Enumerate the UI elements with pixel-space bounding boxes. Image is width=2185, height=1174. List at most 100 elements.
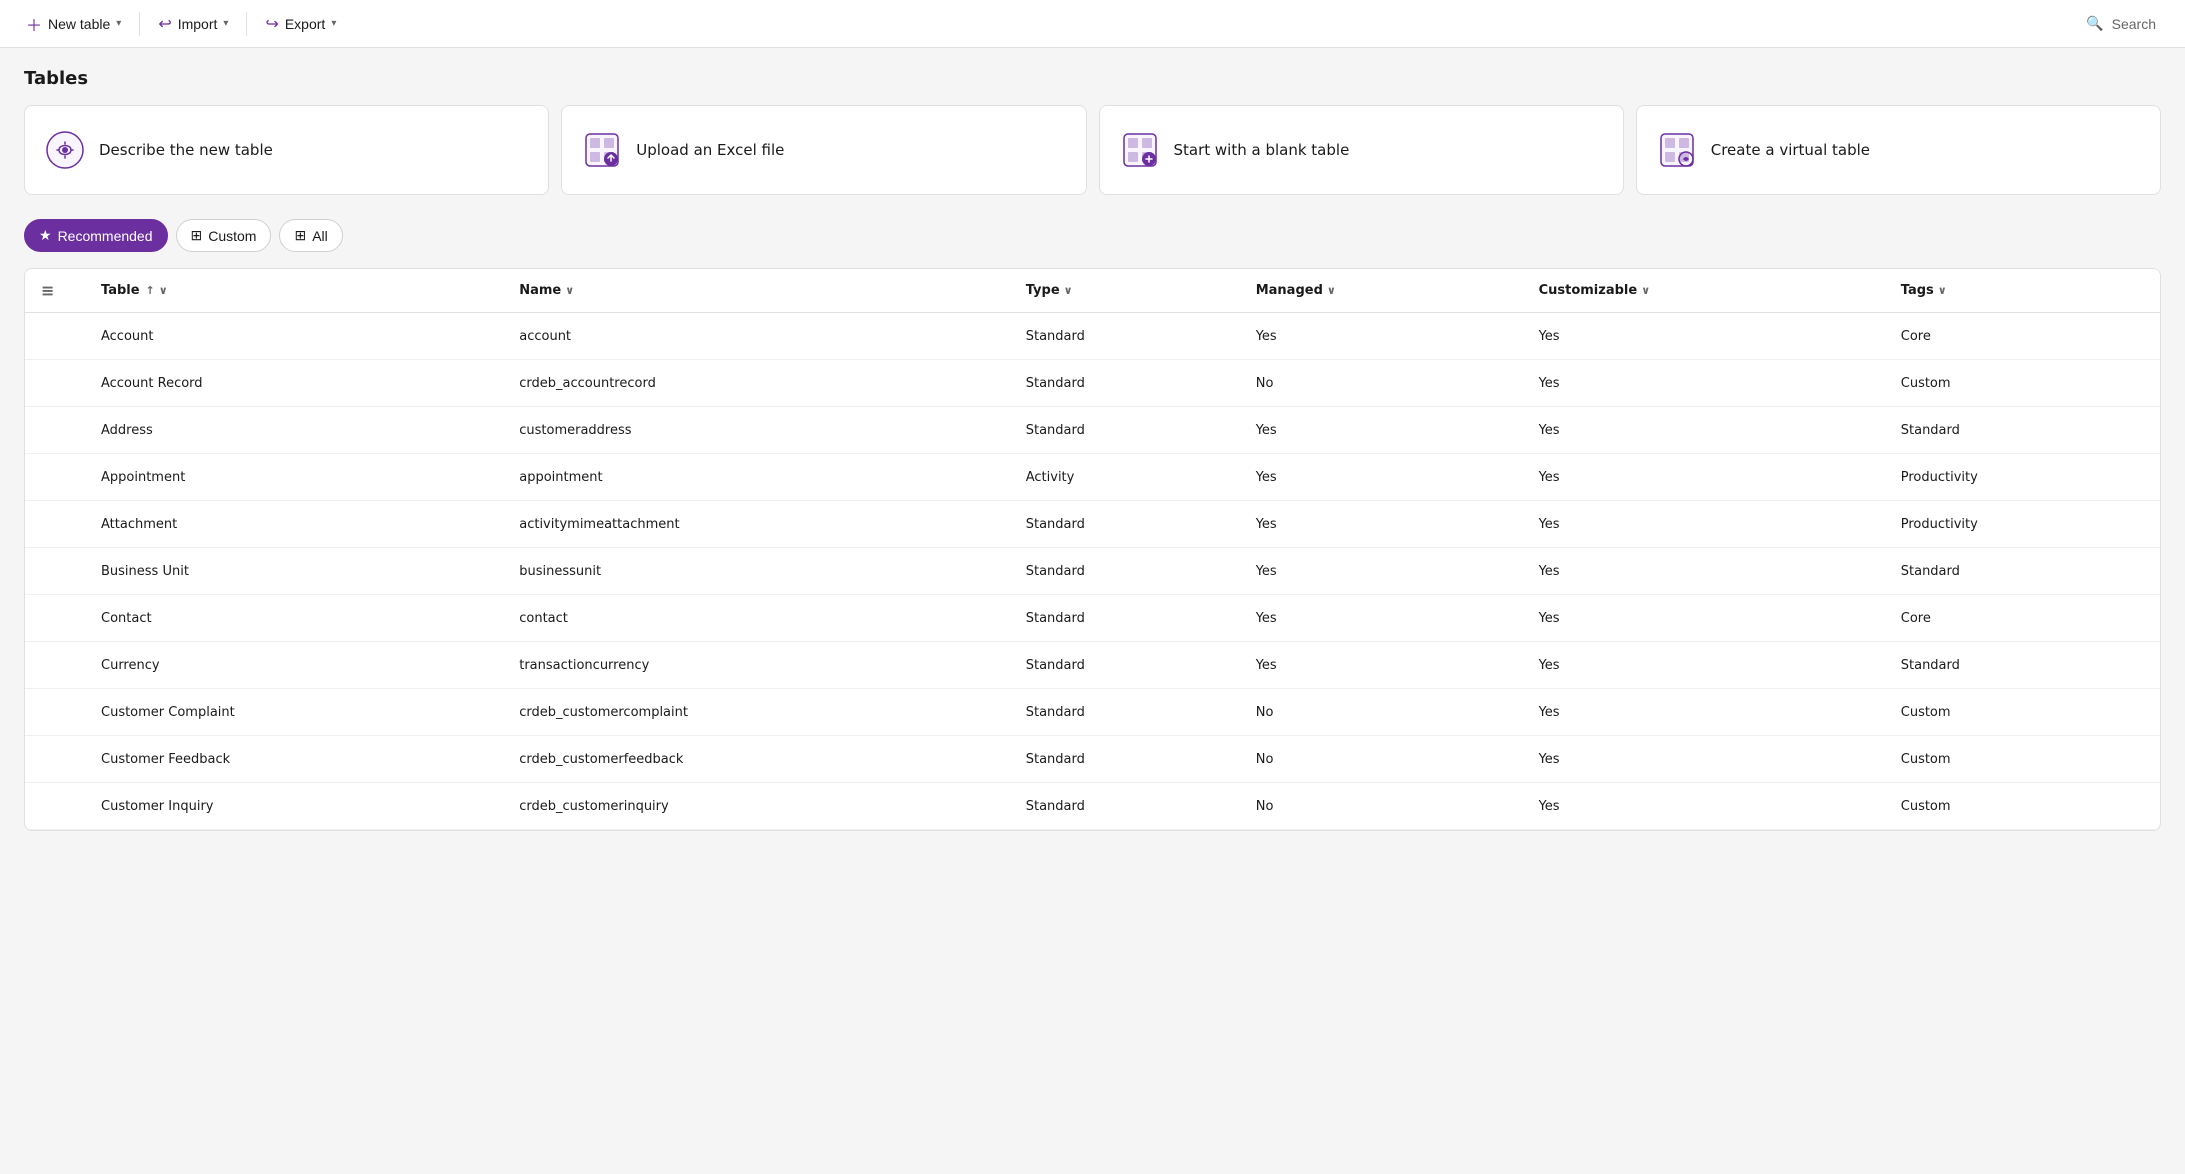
row-menu-cell-2: ⋮ (25, 407, 85, 454)
action-cards-container: Describe the new table Upload an Excel f… (24, 105, 2161, 195)
data-table: ≡ Table ↑ ∨ Name ∨ (25, 269, 2160, 830)
table-row: ⋮ Customer Complaint crdeb_customercompl… (25, 689, 2160, 736)
cell-managed-5: Yes (1240, 548, 1523, 595)
cell-type-5: Standard (1010, 548, 1240, 595)
th-name-label: Name (519, 283, 561, 298)
table-row: ⋮ Contact contact Standard Yes Yes Core (25, 595, 2160, 642)
cell-table-8: Customer Complaint (85, 689, 503, 736)
export-button[interactable]: ↪ Export ▾ (255, 8, 346, 40)
cell-tags-8: Custom (1885, 689, 2160, 736)
cell-tags-0: Core (1885, 313, 2160, 360)
virtual-table-label: Create a virtual table (1711, 141, 1870, 159)
cell-customizable-5: Yes (1523, 548, 1885, 595)
cell-table-3: Appointment (85, 454, 503, 501)
cell-tags-6: Core (1885, 595, 2160, 642)
cell-tags-5: Standard (1885, 548, 2160, 595)
th-customizable[interactable]: Customizable ∨ (1523, 269, 1885, 313)
blank-table-card[interactable]: Start with a blank table (1099, 105, 1624, 195)
table-row: ⋮ Account Record crdeb_accountrecord Sta… (25, 360, 2160, 407)
th-name[interactable]: Name ∨ (503, 269, 1010, 313)
th-tags[interactable]: Tags ∨ (1885, 269, 2160, 313)
page-title: Tables (24, 68, 2161, 89)
filter-recommended-button[interactable]: ★ Recommended (24, 219, 168, 252)
cell-managed-2: Yes (1240, 407, 1523, 454)
cell-name-5: businessunit (503, 548, 1010, 595)
filter-all-button[interactable]: ⊞ All (279, 219, 342, 252)
export-chevron-icon: ▾ (331, 18, 336, 29)
cell-type-8: Standard (1010, 689, 1240, 736)
row-menu-cell-0: ⋮ (25, 313, 85, 360)
cell-customizable-9: Yes (1523, 736, 1885, 783)
search-button[interactable]: 🔍 Search (2073, 8, 2169, 39)
cell-type-9: Standard (1010, 736, 1240, 783)
th-table-label: Table (101, 283, 140, 298)
cell-managed-10: No (1240, 783, 1523, 830)
search-label: Search (2112, 16, 2156, 32)
th-managed[interactable]: Managed ∨ (1240, 269, 1523, 313)
new-table-button[interactable]: ＋ New table ▾ (16, 6, 131, 42)
table-row: ⋮ Address customeraddress Standard Yes Y… (25, 407, 2160, 454)
cell-managed-9: No (1240, 736, 1523, 783)
cell-customizable-1: Yes (1523, 360, 1885, 407)
th-type[interactable]: Type ∨ (1010, 269, 1240, 313)
th-customizable-label: Customizable (1539, 283, 1638, 298)
cell-table-9: Customer Feedback (85, 736, 503, 783)
th-tags-label: Tags (1901, 283, 1934, 298)
row-menu-cell-6: ⋮ (25, 595, 85, 642)
th-table[interactable]: Table ↑ ∨ (85, 269, 503, 313)
import-button[interactable]: ↩ Import ▾ (148, 8, 238, 40)
export-label: Export (285, 16, 325, 32)
star-icon: ★ (39, 227, 52, 244)
upload-excel-card[interactable]: Upload an Excel file (561, 105, 1086, 195)
main-content: Tables Describe the new table (0, 48, 2185, 851)
cell-tags-1: Custom (1885, 360, 2160, 407)
import-icon: ↩ (158, 14, 171, 34)
managed-filter-icon: ∨ (1327, 284, 1336, 297)
virtual-table-card[interactable]: Create a virtual table (1636, 105, 2161, 195)
cell-tags-4: Productivity (1885, 501, 2160, 548)
search-icon: 🔍 (2086, 15, 2103, 32)
cell-table-10: Customer Inquiry (85, 783, 503, 830)
cell-managed-8: No (1240, 689, 1523, 736)
table-filter-icon: ∨ (159, 284, 168, 297)
cell-managed-4: Yes (1240, 501, 1523, 548)
table-row: ⋮ Customer Feedback crdeb_customerfeedba… (25, 736, 2160, 783)
cell-customizable-2: Yes (1523, 407, 1885, 454)
row-menu-cell-7: ⋮ (25, 642, 85, 689)
cell-customizable-7: Yes (1523, 642, 1885, 689)
describe-table-icon (45, 130, 85, 170)
cell-customizable-8: Yes (1523, 689, 1885, 736)
cell-name-6: contact (503, 595, 1010, 642)
blank-table-label: Start with a blank table (1174, 141, 1350, 159)
cell-type-6: Standard (1010, 595, 1240, 642)
describe-table-card[interactable]: Describe the new table (24, 105, 549, 195)
upload-excel-icon (582, 130, 622, 170)
tags-filter-icon: ∨ (1938, 284, 1947, 297)
cell-managed-7: Yes (1240, 642, 1523, 689)
cell-type-2: Standard (1010, 407, 1240, 454)
row-menu-cell-1: ⋮ (25, 360, 85, 407)
cell-managed-1: No (1240, 360, 1523, 407)
column-lines-icon[interactable]: ≡ (41, 281, 54, 300)
describe-table-label: Describe the new table (99, 141, 273, 159)
cell-name-0: account (503, 313, 1010, 360)
cell-type-4: Standard (1010, 501, 1240, 548)
separator-2 (246, 12, 247, 36)
cell-tags-10: Custom (1885, 783, 2160, 830)
import-label: Import (178, 16, 218, 32)
type-filter-icon: ∨ (1064, 284, 1073, 297)
filter-custom-button[interactable]: ⊞ Custom (176, 219, 272, 252)
row-menu-cell-9: ⋮ (25, 736, 85, 783)
cell-table-1: Account Record (85, 360, 503, 407)
blank-table-icon (1120, 130, 1160, 170)
upload-excel-label: Upload an Excel file (636, 141, 784, 159)
filter-recommended-label: Recommended (58, 228, 153, 244)
th-type-label: Type (1026, 283, 1060, 298)
cell-table-7: Currency (85, 642, 503, 689)
customizable-filter-icon: ∨ (1641, 284, 1650, 297)
table-header-row: ≡ Table ↑ ∨ Name ∨ (25, 269, 2160, 313)
grid-icon-all: ⊞ (294, 227, 306, 244)
cell-customizable-0: Yes (1523, 313, 1885, 360)
cell-tags-9: Custom (1885, 736, 2160, 783)
cell-customizable-3: Yes (1523, 454, 1885, 501)
